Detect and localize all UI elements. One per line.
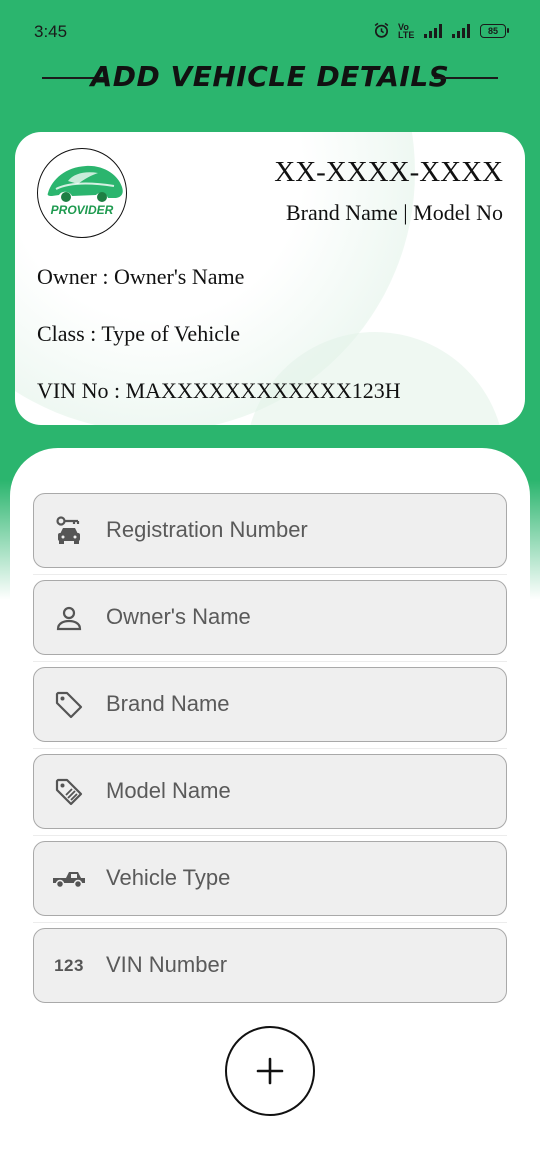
person-icon (52, 601, 86, 635)
header-divider-right (434, 77, 498, 79)
model-name-input[interactable] (106, 755, 486, 827)
field-separator (33, 661, 507, 662)
add-vehicle-button[interactable] (225, 1026, 315, 1116)
brand-name-input[interactable] (106, 668, 486, 740)
vin-number-input[interactable] (106, 929, 486, 1001)
car-key-icon (52, 514, 86, 548)
card-vin: VIN No : MAXXXXXXXXXXXX123H (37, 378, 401, 403)
registration-number-field[interactable] (33, 493, 507, 568)
plus-icon (256, 1057, 284, 1085)
volte-icon: Vo LTE (398, 21, 415, 40)
brand-name-field[interactable] (33, 667, 507, 742)
battery-icon: 85 (480, 23, 509, 38)
vehicle-type-field[interactable] (33, 841, 507, 916)
alarm-icon (373, 22, 390, 39)
vin-number-field[interactable]: 123 (33, 928, 507, 1003)
provider-logo: PROVIDER (37, 148, 127, 238)
card-owner: Owner : Owner's Name (37, 264, 245, 289)
pickup-truck-icon (52, 862, 86, 896)
vehicle-card-preview: PROVIDER XX-XXXX-XXXX Brand Name | Model… (15, 132, 525, 425)
model-name-field[interactable] (33, 754, 507, 829)
logo-text: PROVIDER (50, 203, 114, 217)
card-class: Class : Type of Vehicle (37, 321, 240, 346)
numbers-icon: 123 (54, 956, 84, 975)
card-registration-number: XX-XXXX-XXXX (274, 156, 503, 188)
field-separator (33, 835, 507, 836)
status-time: 3:45 (34, 22, 68, 41)
field-separator (33, 574, 507, 575)
card-brand-model: Brand Name | Model No (285, 200, 503, 225)
page-header: ADD VEHICLE DETAILS (0, 56, 540, 100)
status-icons: Vo LTE 85 (373, 21, 509, 40)
registration-number-input[interactable] (106, 494, 486, 566)
owner-name-field[interactable] (33, 580, 507, 655)
signal-icon-2 (452, 23, 472, 38)
signal-icon (424, 23, 444, 38)
field-separator (33, 748, 507, 749)
vehicle-type-input[interactable] (106, 842, 486, 914)
discount-tag-icon (52, 775, 86, 809)
owner-name-input[interactable] (106, 581, 486, 653)
field-separator (33, 922, 507, 923)
tag-icon (52, 688, 86, 722)
